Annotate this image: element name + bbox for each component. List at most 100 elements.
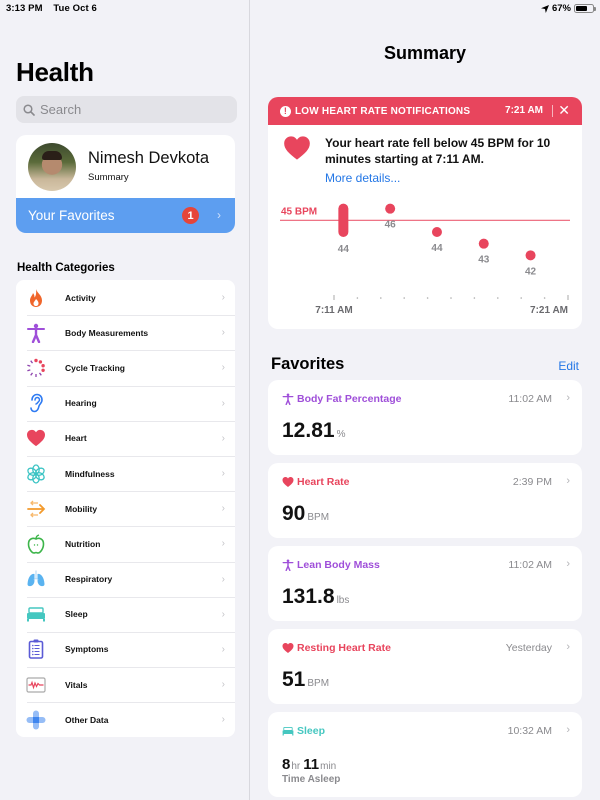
x-tick-minor-3 <box>403 297 405 299</box>
sidebar-item-sleep[interactable]: Sleep › <box>16 596 235 632</box>
threshold-label: 45 BPM <box>281 206 317 217</box>
sleep-hours-unit: hr <box>291 761 301 772</box>
sidebar-item-label: Heart <box>65 433 87 444</box>
favorite-card-body-fat-percentage[interactable]: Body Fat Percentage 11:02 AM › 12.81% <box>268 380 582 455</box>
favorite-time: 10:32 AM <box>507 725 552 737</box>
favorite-header: Sleep <box>282 725 325 737</box>
chevron-right-icon: › <box>221 714 225 726</box>
chevron-right-icon: › <box>566 558 570 570</box>
battery-icon <box>574 4 596 13</box>
sidebar-item-vitals[interactable]: Vitals › <box>16 667 235 702</box>
figure-icon <box>282 559 297 571</box>
x-tick-label-end: 7:21 AM <box>530 305 568 316</box>
clipboard-icon <box>26 639 46 660</box>
favorite-card-sleep[interactable]: Sleep 10:32 AM › 8hr 11min Time Asleep <box>268 712 582 797</box>
location-arrow-icon <box>540 4 549 13</box>
edit-button[interactable]: Edit <box>558 359 579 373</box>
data-point-4 <box>525 250 536 261</box>
data-point-2 <box>431 227 442 237</box>
sidebar-item-label: Vitals <box>65 679 88 690</box>
sidebar-item-activity[interactable]: Activity › <box>16 280 235 315</box>
chevron-right-icon: › <box>221 468 225 480</box>
data-label-3: 43 <box>478 255 490 266</box>
chevron-right-icon: › <box>221 292 225 304</box>
bed-icon <box>282 725 297 737</box>
favorite-value: 12.81% <box>282 419 345 443</box>
favorite-header: Body Fat Percentage <box>282 393 401 405</box>
sidebar-item-heart[interactable]: Heart › <box>16 420 235 456</box>
chevron-right-icon: › <box>566 392 570 404</box>
profile-subtitle[interactable]: Summary <box>88 172 129 183</box>
favorite-card-lean-body-mass[interactable]: Lean Body Mass 11:02 AM › 131.8 lbs <box>268 546 582 621</box>
favorites-title: Favorites <box>271 355 345 373</box>
battery-fill <box>576 6 587 11</box>
sidebar-item-label: Respiratory <box>65 574 113 585</box>
x-tick-minor-1 <box>356 297 359 299</box>
chevron-right-icon: › <box>221 327 225 339</box>
favorite-header: Resting Heart Rate <box>282 642 391 654</box>
favorite-card-resting-heart-rate[interactable]: Resting Heart Rate Yesterday › 51 BPM <box>268 629 582 704</box>
data-label-4: 42 <box>525 266 537 277</box>
search-icon <box>23 103 35 116</box>
data-point-1 <box>385 203 396 214</box>
figure-icon <box>282 393 297 405</box>
plus-icon <box>26 710 46 730</box>
favorite-time: 2:39 PM <box>512 476 552 488</box>
vitals-icon <box>26 675 46 695</box>
sidebar-item-nutrition[interactable]: Nutrition › <box>16 526 235 561</box>
profile-name: Nimesh Devkota <box>88 149 210 167</box>
sidebar-item-label: Body Measurements <box>65 327 149 338</box>
sidebar-item-hearing[interactable]: Hearing › <box>16 385 235 421</box>
alert-separator <box>552 105 553 117</box>
data-label-2: 44 <box>431 243 443 254</box>
favorite-card-heart-rate[interactable]: Heart Rate 2:39 PM › 90 BPM <box>268 463 582 538</box>
sidebar-item-respiratory[interactable]: Respiratory › <box>16 561 235 597</box>
x-tick-minor-4 <box>426 297 429 299</box>
chevron-right-icon: › <box>221 432 225 444</box>
favorite-title: Sleep <box>297 725 326 737</box>
chevron-right-icon: › <box>566 475 570 487</box>
favorite-value: 131.8 lbs <box>282 585 349 609</box>
avatar[interactable] <box>28 143 76 191</box>
sidebar-item-label: Symptoms <box>65 644 109 655</box>
your-favorites-label: Your Favorites <box>28 208 115 223</box>
favorite-title: Lean Body Mass <box>297 559 380 571</box>
health-categories-list: Activity › Body Measurements › Cycle Tra… <box>16 280 235 738</box>
favorite-value: 51 BPM <box>282 668 329 692</box>
x-tick-minor-5 <box>450 297 452 299</box>
sidebar-item-mobility[interactable]: Mobility › <box>16 491 235 526</box>
sidebar-item-other-data[interactable]: Other Data › <box>16 702 235 737</box>
sidebar-item-label: Other Data <box>65 714 109 725</box>
sidebar-item-cycle-tracking[interactable]: Cycle Tracking › <box>16 350 235 385</box>
data-point-3 <box>478 238 489 249</box>
chevron-right-icon: › <box>566 641 570 653</box>
x-tick-label-start: 7:11 AM <box>315 305 352 316</box>
close-icon[interactable]: ✕ <box>558 102 570 119</box>
favorite-title: Resting Heart Rate <box>297 642 391 654</box>
heart-icon <box>26 428 46 448</box>
sidebar-item-body-measurements[interactable]: Body Measurements › <box>16 315 235 350</box>
battery-percent: 67% <box>551 3 571 14</box>
exclamation-icon: ! <box>280 105 291 117</box>
profile-card[interactable]: Nimesh Devkota Summary Your Favorites 1 … <box>16 135 235 233</box>
lungs-icon <box>26 569 46 589</box>
favorites-badge: 1 <box>182 207 199 224</box>
flower-icon <box>26 463 46 484</box>
sidebar-item-symptoms[interactable]: Symptoms › <box>16 631 235 667</box>
alert-message: Your heart rate fell below 45 BPM for 10… <box>325 136 551 166</box>
more-details-link[interactable]: More details... <box>325 171 400 185</box>
sidebar-item-label: Nutrition <box>65 538 101 549</box>
low-heart-rate-alert-card[interactable]: ! LOW HEART RATE NOTIFICATIONS 7:21 AM ✕… <box>268 97 582 329</box>
chevron-right-icon: › <box>217 208 221 222</box>
chevron-right-icon: › <box>566 724 570 736</box>
favorite-title: Body Fat Percentage <box>297 393 402 405</box>
sidebar-item-mindfulness[interactable]: Mindfulness › <box>16 455 235 491</box>
data-label-1: 46 <box>385 220 397 231</box>
your-favorites-button[interactable]: Your Favorites 1 › <box>16 198 235 233</box>
data-bar-0 <box>338 203 349 237</box>
search-input[interactable]: Search <box>16 96 237 123</box>
heart-icon <box>282 476 297 488</box>
heart-icon <box>282 642 297 654</box>
x-tick-minor-7 <box>497 297 499 299</box>
data-label-0: 44 <box>338 244 350 255</box>
